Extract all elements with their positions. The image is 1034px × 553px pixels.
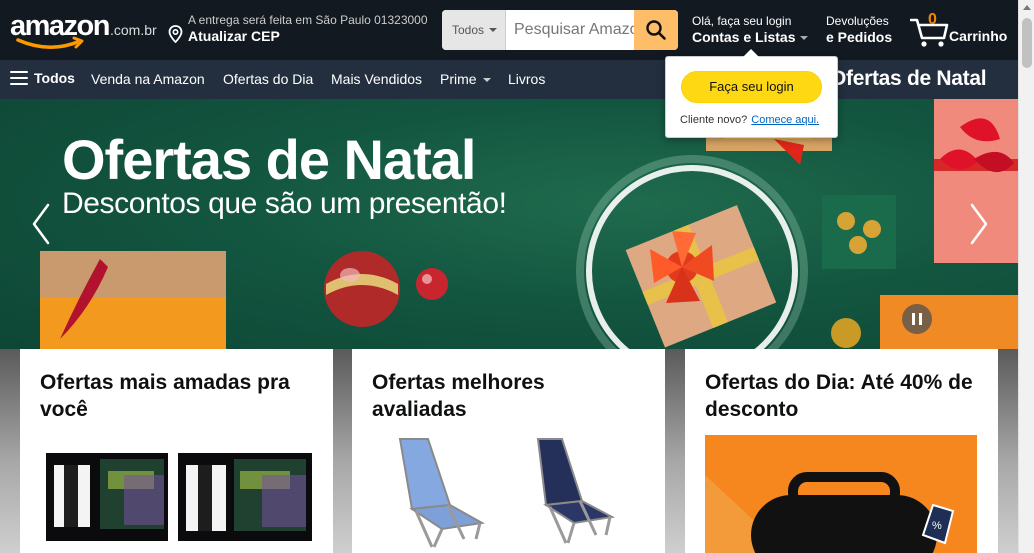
returns-label: Devoluções	[826, 14, 889, 28]
all-menu-label: Todos	[34, 70, 75, 86]
account-lists-menu[interactable]: Olá, faça seu login Contas e Listas	[692, 14, 809, 45]
card-title[interactable]: Ofertas do Dia: Até 40% de desconto	[705, 369, 978, 423]
cart-button[interactable]: 0 Carrinho	[910, 10, 1014, 50]
account-lists-text: Contas e Listas	[692, 29, 796, 45]
all-menu-button[interactable]: Todos	[10, 70, 75, 86]
ornament-gold	[831, 318, 861, 348]
nav-prime-label: Prime	[440, 71, 477, 87]
search-input[interactable]	[506, 10, 634, 50]
product-thumb-ps5-1[interactable]	[40, 435, 174, 553]
new-customer-text: Cliente novo?	[680, 114, 748, 126]
chevron-down-icon	[800, 36, 809, 41]
orders-label: e Pedidos	[826, 29, 893, 45]
new-customer-note: Cliente novo? Comece aqui.	[680, 114, 819, 126]
location-pin-icon	[168, 25, 183, 43]
page-scrollbar[interactable]	[1018, 0, 1034, 553]
chevron-down-icon	[489, 28, 497, 32]
start-here-link[interactable]: Comece aqui.	[751, 114, 819, 126]
returns-orders-link[interactable]: Devoluções e Pedidos	[826, 14, 892, 45]
product-thumb-chair-blue[interactable]	[372, 435, 506, 553]
card-ofertas-do-dia: Ofertas do Dia: Até 40% de desconto %	[685, 349, 998, 553]
sign-in-button[interactable]: Faça seu login	[681, 71, 822, 103]
card-melhores-avaliadas: Ofertas melhores avaliadas	[352, 349, 665, 553]
hero-title: Ofertas de Natal	[62, 128, 476, 191]
search-bar: Todos	[442, 10, 678, 50]
carousel-prev-arrow-icon[interactable]	[26, 199, 56, 249]
card-title[interactable]: Ofertas mais amadas pra você	[40, 369, 313, 423]
ornament-small	[416, 268, 448, 300]
card-ofertas-amadas: Ofertas mais amadas pra você	[20, 349, 333, 553]
hamburger-icon	[10, 71, 28, 86]
logo-tld: .com.br	[110, 22, 157, 38]
amazon-home-page: amazon .com.br A entrega será feita em S…	[0, 0, 1034, 553]
delivery-text: A entrega será feita em São Paulo 013230…	[188, 13, 428, 27]
deal-image[interactable]: %	[705, 435, 977, 553]
carousel-pause-button[interactable]	[902, 304, 932, 334]
product-thumb-ps5-2[interactable]	[178, 435, 312, 553]
svg-text:%: %	[932, 520, 942, 532]
nav-promo-banner[interactable]: Ofertas de Natal	[830, 67, 987, 91]
search-icon	[646, 20, 666, 40]
pause-icon	[912, 313, 915, 325]
amazon-logo[interactable]: amazon .com.br	[10, 10, 160, 54]
login-popover: Faça seu login Cliente novo? Comece aqui.	[665, 49, 838, 138]
speaker-product-image: %	[705, 472, 955, 553]
search-category-label: Todos	[452, 23, 485, 37]
smile-arrow-icon	[16, 36, 84, 49]
nav-item-venda[interactable]: Venda na Amazon	[91, 71, 205, 87]
cart-label: Carrinho	[949, 28, 1008, 44]
nav-item-prime[interactable]: Prime	[440, 71, 491, 87]
hero-subtitle: Descontos que são um presentão!	[62, 187, 507, 220]
product-thumb-chair-navy[interactable]	[510, 435, 644, 553]
cart-count: 0	[928, 11, 937, 28]
nav-item-ofertas-do-dia[interactable]: Ofertas do Dia	[223, 71, 313, 87]
scroll-up-arrow-icon[interactable]	[1023, 5, 1031, 10]
gift-box-center	[625, 205, 777, 348]
carousel-next-arrow-icon[interactable]	[964, 199, 994, 249]
chevron-down-icon	[482, 78, 491, 83]
top-nav-bar: amazon .com.br A entrega será feita em S…	[0, 0, 1018, 60]
nav-item-livros[interactable]: Livros	[508, 71, 545, 87]
hero-banner[interactable]: Ofertas de Natal Descontos que são um pr…	[0, 99, 1018, 359]
search-button[interactable]	[634, 10, 678, 50]
scroll-thumb[interactable]	[1022, 18, 1032, 68]
card-title[interactable]: Ofertas melhores avaliadas	[372, 369, 645, 423]
pause-icon-bar	[919, 313, 922, 325]
nav-item-mais-vendidos[interactable]: Mais Vendidos	[331, 71, 422, 87]
secondary-nav-bar: Todos Venda na Amazon Ofertas do Dia Mai…	[0, 60, 1018, 99]
account-lists-label: Contas e Listas	[692, 29, 809, 45]
account-greeting: Olá, faça seu login	[692, 14, 792, 28]
search-category-select[interactable]: Todos	[442, 10, 506, 50]
update-cep-link: Atualizar CEP	[188, 28, 280, 44]
